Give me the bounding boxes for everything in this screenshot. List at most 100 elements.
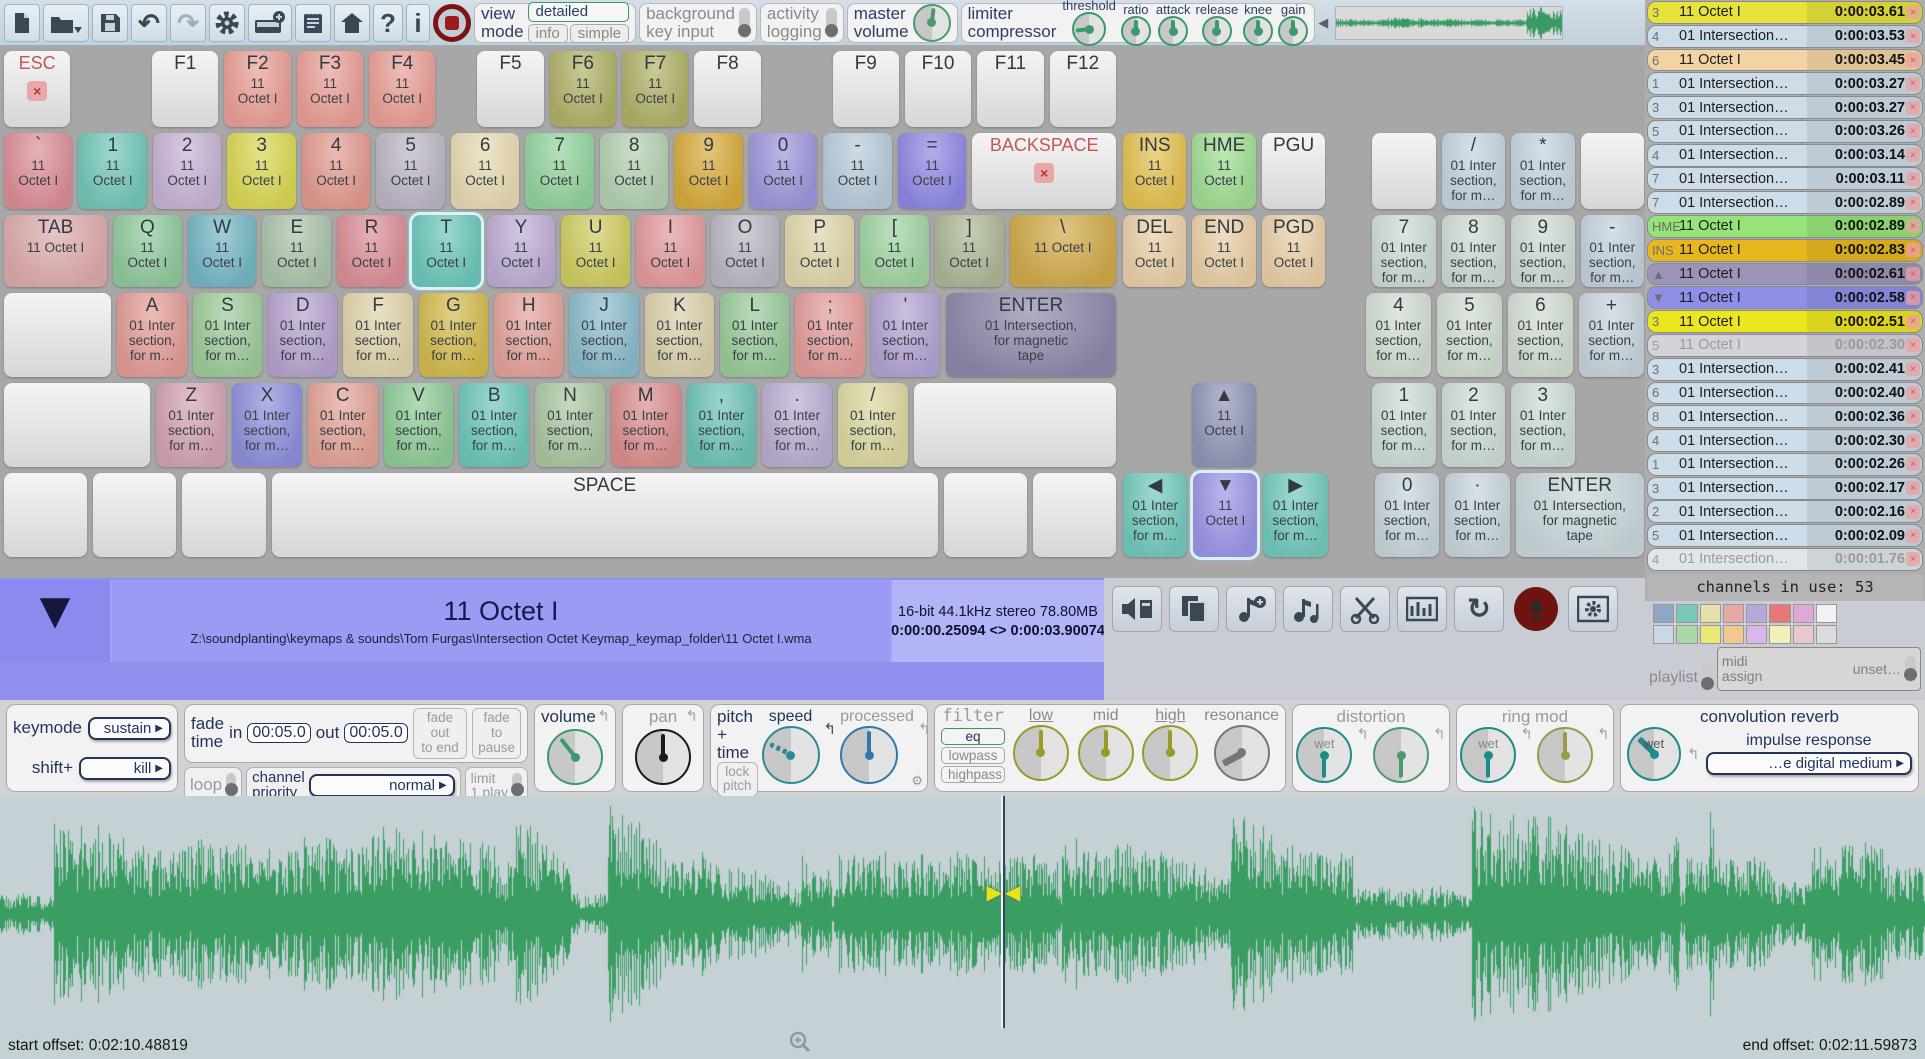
midi-assign-toggle[interactable]: [1905, 656, 1916, 682]
channel-item[interactable]: 301 Intersection…0:00:02.17×: [1647, 477, 1923, 500]
key-y[interactable]: Y11Octet I: [487, 215, 556, 287]
high-knob[interactable]: [1142, 725, 1198, 781]
key-f10[interactable]: F10: [905, 51, 971, 127]
key-hme[interactable]: HME11Octet I: [1192, 133, 1255, 209]
palette-swatch[interactable]: [1769, 625, 1790, 644]
channel-item[interactable]: 511 Octet I0:00:02.30×: [1647, 334, 1923, 357]
channel-item[interactable]: 701 Intersection…0:00:03.11×: [1647, 167, 1923, 190]
reverb-wet-knob[interactable]: wet: [1627, 727, 1681, 781]
help-button[interactable]: ?: [373, 4, 403, 42]
channel-close-button[interactable]: ×: [1906, 291, 1920, 305]
channel-close-button[interactable]: ×: [1906, 338, 1920, 352]
low-knob[interactable]: [1013, 725, 1069, 781]
channel-item[interactable]: 401 Intersection…0:00:01.76×: [1647, 548, 1923, 571]
key-5[interactable]: 501 Intersection,for m…: [1437, 293, 1502, 377]
volume-knob[interactable]: [547, 729, 603, 785]
fade-out-value[interactable]: 00:05.0: [344, 723, 407, 743]
waveform-editor[interactable]: ▶ ◀ start offset: 0:02:10.48819 end offs…: [0, 796, 1925, 1059]
key-6[interactable]: 611Octet I: [451, 133, 519, 209]
volume-reset-icon[interactable]: ↰: [597, 709, 610, 724]
key-3[interactable]: 311Octet I: [227, 133, 295, 209]
ring-mod-freq-knob[interactable]: [1537, 727, 1593, 783]
info-button[interactable]: i: [406, 4, 430, 42]
key-e[interactable]: E11Octet I: [262, 215, 331, 287]
key-blank[interactable]: [182, 473, 265, 557]
channel-close-button[interactable]: ×: [1906, 172, 1920, 186]
palette-swatch[interactable]: [1746, 625, 1767, 644]
activity-logging-toggle[interactable]: [826, 8, 837, 38]
trim-sound-button[interactable]: [1340, 586, 1390, 632]
palette-swatch[interactable]: [1700, 625, 1721, 644]
key-f3[interactable]: F311Octet I: [297, 51, 363, 127]
master-volume-knob[interactable]: [913, 4, 951, 42]
key-m[interactable]: M01 Intersection,for m…: [611, 383, 681, 467]
key-▲[interactable]: ▲11Octet I: [1192, 383, 1255, 467]
sound-settings-button[interactable]: [1568, 586, 1618, 632]
channel-priority-dropdown[interactable]: normal▶: [309, 774, 455, 797]
channel-close-button[interactable]: ×: [1906, 362, 1920, 376]
key-f4[interactable]: F411Octet I: [369, 51, 435, 127]
key-t[interactable]: T11Octet I: [412, 215, 481, 287]
key-`[interactable]: `11Octet I: [4, 133, 72, 209]
key-w[interactable]: W11Octet I: [188, 215, 257, 287]
palette-swatch[interactable]: [1653, 604, 1674, 623]
channel-close-button[interactable]: ×: [1906, 124, 1920, 138]
reload-sound-button[interactable]: ↻: [1454, 586, 1504, 632]
channel-item[interactable]: 311 Octet I0:00:03.61×: [1647, 1, 1923, 24]
key-x[interactable]: X01 Intersection,for m…: [232, 383, 302, 467]
key--[interactable]: -01 Intersection,for m…: [1581, 215, 1644, 287]
duplicate-key-button[interactable]: [1169, 586, 1219, 632]
key-\[interactable]: \11 Octet I: [1010, 215, 1116, 287]
export-sound-button[interactable]: [1112, 586, 1162, 632]
settings-button[interactable]: [209, 4, 245, 42]
channel-close-button[interactable]: ×: [1906, 148, 1920, 162]
key-f7[interactable]: F711Octet I: [622, 51, 688, 127]
ring-mod-wet-knob[interactable]: wet: [1460, 727, 1516, 783]
redo-button[interactable]: ↷: [170, 4, 206, 42]
lock-pitch-button[interactable]: lockpitch: [717, 762, 758, 798]
palette-swatch[interactable]: [1653, 625, 1674, 644]
key-r[interactable]: R11Octet I: [337, 215, 406, 287]
shift-keymode-dropdown[interactable]: kill▶: [79, 757, 171, 780]
key-space[interactable]: SPACE: [272, 473, 938, 557]
mid-knob[interactable]: [1078, 725, 1134, 781]
key-f11[interactable]: F11: [977, 51, 1043, 127]
key-blank[interactable]: [914, 383, 1116, 467]
channel-close-button[interactable]: ×: [1906, 219, 1920, 233]
channel-close-button[interactable]: ×: [1906, 267, 1920, 281]
key-;[interactable]: ;01 Intersection,for m…: [795, 293, 864, 377]
processed-knob[interactable]: [840, 726, 898, 784]
key-backspace[interactable]: BACKSPACE×: [972, 133, 1116, 209]
key-·[interactable]: ·01 Intersection,for m…: [1445, 473, 1509, 557]
distortion-amount-reset-icon[interactable]: ↰: [1433, 727, 1446, 783]
key-enter[interactable]: ENTER01 Intersection,for magnetictape: [1516, 473, 1644, 557]
key-k[interactable]: K01 Intersection,for m…: [645, 293, 714, 377]
save-button[interactable]: [92, 4, 128, 42]
loop-toggle[interactable]: [226, 773, 236, 797]
midi-assign-box[interactable]: midiassign unset…: [1717, 647, 1921, 691]
key-g[interactable]: G01 Intersection,for m…: [419, 293, 488, 377]
key-][interactable]: ]11Octet I: [935, 215, 1004, 287]
threshold-knob[interactable]: [1072, 12, 1106, 46]
view-detailed-option[interactable]: detailed: [528, 2, 630, 22]
key-del[interactable]: DEL11Octet I: [1123, 215, 1186, 287]
key-s[interactable]: S01 Intersection,for m…: [193, 293, 262, 377]
key-2[interactable]: 211Octet I: [153, 133, 221, 209]
key-c[interactable]: C01 Intersection,for m…: [308, 383, 378, 467]
key-[[interactable]: [11Octet I: [860, 215, 929, 287]
channel-item[interactable]: ▼11 Octet I0:00:02.58×: [1647, 286, 1923, 309]
envelope-button[interactable]: [1397, 586, 1447, 632]
key-3[interactable]: 301 Intersection,for m…: [1511, 383, 1574, 467]
key-f5[interactable]: F5: [477, 51, 543, 127]
distortion-wet-knob[interactable]: wet: [1296, 727, 1352, 783]
resonance-knob[interactable]: [1214, 725, 1270, 781]
key-1[interactable]: 101 Intersection,for m…: [1372, 383, 1435, 467]
key-▼[interactable]: ▼11Octet I: [1193, 473, 1257, 557]
key-blank[interactable]: [93, 473, 176, 557]
playhead[interactable]: ▶ ◀: [1001, 796, 1006, 1028]
key-q[interactable]: Q11Octet I: [113, 215, 182, 287]
filter-lowpass-button[interactable]: lowpass: [941, 747, 1005, 764]
palette-swatch[interactable]: [1746, 604, 1767, 623]
channel-close-button[interactable]: ×: [1906, 552, 1920, 566]
channel-close-button[interactable]: ×: [1906, 481, 1920, 495]
